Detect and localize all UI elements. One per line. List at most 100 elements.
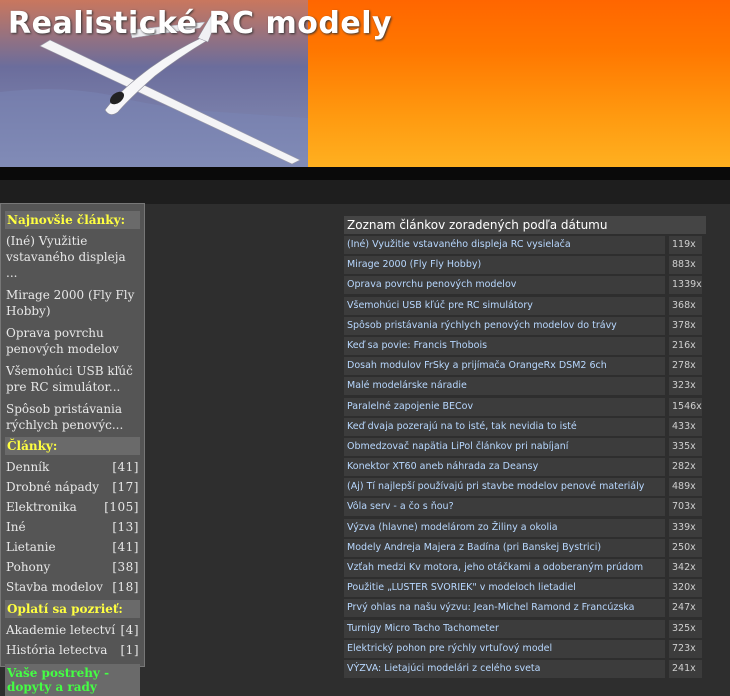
- category-name: Iné: [6, 520, 26, 534]
- article-row: Mirage 2000 (Fly Fly Hobby) 883x: [344, 256, 706, 275]
- article-title-link[interactable]: Dosah modulov FrSky a prijímača OrangeRx…: [344, 357, 665, 376]
- article-row: Použitie „LUSTER SVORIEK" v modeloch lie…: [344, 579, 706, 598]
- category-count: [17]: [112, 480, 139, 494]
- sidebar-latest-link[interactable]: Spôsob pristávania rýchlych penovýc...: [6, 401, 140, 433]
- article-view-count: 368x: [669, 296, 702, 315]
- article-title-link[interactable]: Konektor XT60 aneb náhrada za Deansy: [344, 458, 665, 477]
- article-row: Všemohúci USB kľúč pre RC simulátory 368x: [344, 296, 706, 315]
- article-row: Paralelné zapojenie BECov 1546x: [344, 397, 706, 416]
- sidebar-category-drobne-napady[interactable]: Drobné nápady [17]: [6, 477, 139, 497]
- sidebar-latest-link[interactable]: (Iné) Využitie vstavaného displeja ...: [6, 233, 140, 281]
- article-list-title: Zoznam článkov zoradených podľa dátumu: [344, 216, 706, 234]
- categories-heading: Články:: [5, 437, 140, 455]
- article-view-count: 119x: [669, 236, 702, 254]
- article-view-count: 489x: [669, 478, 702, 497]
- article-title-link[interactable]: Modely Andreja Majera z Badína (pri Bans…: [344, 538, 665, 557]
- article-title-link[interactable]: VÝZVA: Lietajúci modelári z celého sveta: [344, 659, 665, 678]
- sidebar-worth-akademie[interactable]: Akademie letectví [4]: [6, 620, 139, 640]
- site-header: Realistické RC modely: [0, 0, 730, 167]
- article-title-link[interactable]: Výzva (hlavne) modelárom zo Žiliny a oko…: [344, 518, 665, 537]
- category-count: [105]: [104, 500, 139, 514]
- article-view-count: 216x: [669, 336, 702, 355]
- category-count: [18]: [112, 580, 139, 594]
- article-title-link[interactable]: Elektrický pohon pre rýchly vrtuľový mod…: [344, 639, 665, 658]
- sidebar-category-pohony[interactable]: Pohony [38]: [6, 557, 139, 577]
- sidebar-category-elektronika[interactable]: Elektronika [105]: [6, 497, 139, 517]
- article-row: Spôsob pristávania rýchlych penových mod…: [344, 316, 706, 335]
- article-title-link[interactable]: Obmedzovač napätia LiPol článkov pri nab…: [344, 437, 665, 456]
- article-view-count: 250x: [669, 538, 702, 557]
- article-view-count: 339x: [669, 518, 702, 537]
- article-view-count: 1546x: [669, 397, 702, 416]
- article-view-count: 378x: [669, 316, 702, 335]
- category-name: Lietanie: [6, 540, 56, 554]
- article-row: Prvý ohlas na našu výzvu: Jean-Michel Ra…: [344, 599, 706, 618]
- article-view-count: 247x: [669, 599, 702, 618]
- sidebar-latest-link[interactable]: Mirage 2000 (Fly Fly Hobby): [6, 287, 140, 319]
- category-name: Denník: [6, 460, 50, 474]
- category-count: [41]: [112, 540, 139, 554]
- article-row: Keď dvaja pozerajú na to isté, tak nevid…: [344, 417, 706, 436]
- category-count: [13]: [112, 520, 139, 534]
- article-view-count: 282x: [669, 458, 702, 477]
- article-title-link[interactable]: Keď sa povie: Francis Thobois: [344, 336, 665, 355]
- category-name: Elektronika: [6, 500, 77, 514]
- article-row: Oprava povrchu penových modelov 1339x: [344, 276, 706, 295]
- article-row: Keď sa povie: Francis Thobois 216x: [344, 336, 706, 355]
- article-title-link[interactable]: (Aj) Tí najlepší používajú pri stavbe mo…: [344, 478, 665, 497]
- category-name: Drobné nápady: [6, 480, 100, 494]
- article-row: Malé modelárske náradie 323x: [344, 377, 706, 396]
- article-title-link[interactable]: Všemohúci USB kľúč pre RC simulátory: [344, 296, 665, 315]
- article-title-link[interactable]: Turnigy Micro Tacho Tachometer: [344, 619, 665, 638]
- article-view-count: 241x: [669, 659, 702, 678]
- category-count: [41]: [112, 460, 139, 474]
- article-view-count: 320x: [669, 579, 702, 598]
- article-view-count: 883x: [669, 256, 702, 275]
- article-row: Výzva (hlavne) modelárom zo Žiliny a oko…: [344, 518, 706, 537]
- article-title-link[interactable]: Malé modelárske náradie: [344, 377, 665, 396]
- site-title[interactable]: Realistické RC modely: [8, 6, 392, 41]
- article-row: Elektrický pohon pre rýchly vrtuľový mod…: [344, 639, 706, 658]
- sidebar-category-lietanie[interactable]: Lietanie [41]: [6, 537, 139, 557]
- sidebar-category-stavba-modelov[interactable]: Stavba modelov [18]: [6, 577, 139, 597]
- article-row: Vôla serv - a čo s ňou? 703x: [344, 498, 706, 517]
- header-divider: [0, 167, 730, 180]
- article-row: Turnigy Micro Tacho Tachometer 325x: [344, 619, 706, 638]
- article-title-link[interactable]: Vôla serv - a čo s ňou?: [344, 498, 665, 517]
- article-title-link[interactable]: (Iné) Využitie vstavaného displeja RC vy…: [344, 236, 665, 254]
- article-title-link[interactable]: Použitie „LUSTER SVORIEK" v modeloch lie…: [344, 579, 665, 598]
- worth-link-name: Akademie letectví: [6, 623, 116, 637]
- sidebar-latest-link[interactable]: Oprava povrchu penových modelov: [6, 325, 140, 357]
- article-row: (Aj) Tí najlepší používajú pri stavbe mo…: [344, 478, 706, 497]
- sidebar-category-ine[interactable]: Iné [13]: [6, 517, 139, 537]
- article-row: Modely Andreja Majera z Badína (pri Bans…: [344, 538, 706, 557]
- article-title-link[interactable]: Keď dvaja pozerajú na to isté, tak nevid…: [344, 417, 665, 436]
- category-count: [38]: [112, 560, 139, 574]
- comments-heading[interactable]: Vaše postrehy - dopyty a rady: [5, 664, 140, 696]
- sidebar-category-denník[interactable]: Denník [41]: [6, 457, 139, 477]
- article-title-link[interactable]: Vzťah medzi Kv motora, jeho otáčkami a o…: [344, 559, 665, 577]
- worth-link-count: [1]: [120, 643, 139, 657]
- article-list: (Iné) Využitie vstavaného displeja RC vy…: [344, 236, 706, 678]
- sidebar-worth-historia[interactable]: História letectva [1]: [6, 640, 139, 660]
- category-name: Pohony: [6, 560, 51, 574]
- sidebar: Najnovšie články: (Iné) Využitie vstavan…: [0, 203, 145, 696]
- worth-link-count: [4]: [120, 623, 139, 637]
- category-name: Stavba modelov: [6, 580, 103, 594]
- article-list-panel: Zoznam článkov zoradených podľa dátumu (…: [344, 216, 706, 680]
- article-title-link[interactable]: Mirage 2000 (Fly Fly Hobby): [344, 256, 665, 275]
- article-title-link[interactable]: Prvý ohlas na našu výzvu: Jean-Michel Ra…: [344, 599, 665, 618]
- article-row: VÝZVA: Lietajúci modelári z celého sveta…: [344, 659, 706, 678]
- page-band: [0, 180, 730, 204]
- article-title-link[interactable]: Paralelné zapojenie BECov: [344, 397, 665, 416]
- worth-visiting-heading: Oplatí sa pozrieť:: [5, 600, 140, 618]
- article-title-link[interactable]: Spôsob pristávania rýchlych penových mod…: [344, 316, 665, 335]
- sidebar-latest-link[interactable]: Všemohúci USB kľúč pre RC simulátor...: [6, 363, 140, 395]
- article-view-count: 323x: [669, 377, 702, 396]
- article-title-link[interactable]: Oprava povrchu penových modelov: [344, 276, 665, 295]
- article-view-count: 325x: [669, 619, 702, 638]
- article-row: Dosah modulov FrSky a prijímača OrangeRx…: [344, 357, 706, 376]
- article-view-count: 335x: [669, 437, 702, 456]
- latest-articles-heading: Najnovšie články:: [5, 211, 140, 229]
- article-row: Konektor XT60 aneb náhrada za Deansy 282x: [344, 458, 706, 477]
